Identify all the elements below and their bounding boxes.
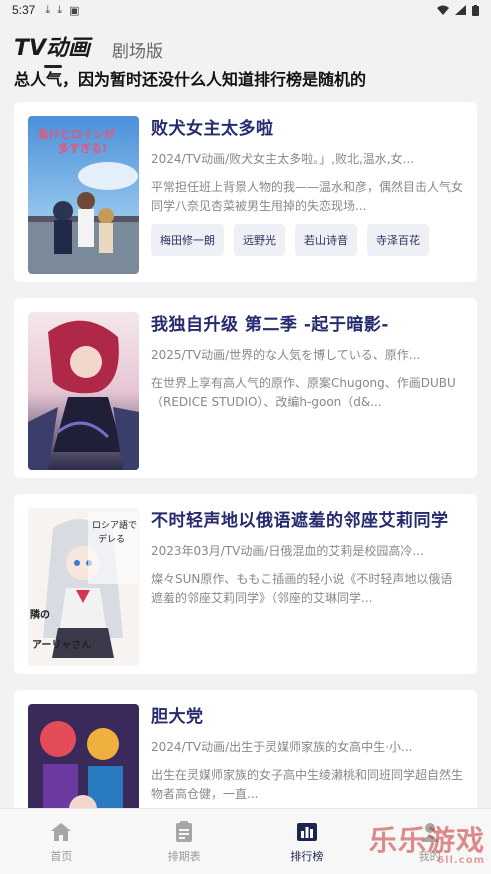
svg-text:ロシア語で: ロシア語で bbox=[92, 519, 137, 531]
svg-text:多すぎる!: 多すぎる! bbox=[58, 141, 107, 155]
clipboard-icon bbox=[176, 820, 193, 842]
staff-tags: 梅田修一朗 远野光 若山诗音 寺泽百花 bbox=[151, 224, 463, 256]
svg-text:隣の: 隣の bbox=[30, 608, 50, 621]
list-item[interactable]: ロシア語で デレる 隣の アーリャさん 不时轻声地以俄语遮羞的邻座艾莉同学 20… bbox=[14, 494, 477, 674]
list-item[interactable]: 我独自升级 第二季 -起于暗影- 2025/TV动画/世界的な人気を博している、… bbox=[14, 298, 477, 478]
download-icon: ⤓ bbox=[57, 3, 63, 16]
status-time: 5:37 bbox=[12, 3, 36, 17]
nav-ranking[interactable]: 排行榜 bbox=[257, 820, 357, 864]
watermark: 乐乐游戏 6ll.com bbox=[369, 819, 485, 866]
nav-schedule-label: 排期表 bbox=[167, 849, 201, 863]
ranking-list: 負けヒロインが 多すぎる! 败犬女主太多啦 2024/TV动画/败犬女主太多啦。… bbox=[14, 102, 477, 874]
status-bar: 5:37 ⤓ ⤓ ▣ bbox=[0, 0, 491, 20]
tab-movie[interactable]: 剧场版 bbox=[112, 37, 163, 62]
item-meta: 2025/TV动画/世界的な人気を博している、原作... bbox=[151, 348, 421, 362]
svg-text:アーリャさん: アーリャさん bbox=[32, 639, 91, 651]
staff-tag[interactable]: 远野光 bbox=[234, 224, 285, 256]
tab-tv-anime[interactable]: TV动画 bbox=[14, 30, 90, 68]
bar-chart-icon bbox=[296, 822, 317, 841]
item-description: 在世界上享有高人气的原作、原案Chugong、作画DUBU（REDICE STU… bbox=[151, 376, 456, 409]
home-icon bbox=[51, 822, 72, 841]
nav-home[interactable]: 首页 bbox=[11, 820, 111, 864]
item-description: 出生在灵媒师家族的女子高中生绫濑桃和同班同学超自然生物者高仓健，一直... bbox=[151, 768, 463, 801]
wifi-icon bbox=[437, 5, 449, 15]
app-icon: ▣ bbox=[69, 3, 80, 17]
item-meta: 2024/TV动画/败犬女主太多啦。」,败北,温水,女... bbox=[151, 152, 415, 166]
cover-image bbox=[28, 312, 139, 470]
svg-text:負けヒロインが: 負けヒロインが bbox=[38, 127, 115, 141]
list-item[interactable]: 負けヒロインが 多すぎる! 败犬女主太多啦 2024/TV动画/败犬女主太多啦。… bbox=[14, 102, 477, 282]
nav-home-label: 首页 bbox=[50, 849, 73, 863]
watermark-text: 乐乐游戏 bbox=[368, 824, 485, 857]
item-description: 燦々SUN原作、ももこ插画的轻小说《不时轻声地以俄语遮羞的邻座艾莉同学》（邻座的… bbox=[151, 572, 453, 605]
item-title: 败犬女主太多啦 bbox=[151, 119, 274, 139]
staff-tag[interactable]: 梅田修一朗 bbox=[151, 224, 224, 256]
item-meta: 2024/TV动画/出生于灵媒师家族的女高中生·小... bbox=[151, 740, 413, 754]
download-icon: ⤓ bbox=[45, 3, 51, 16]
item-meta: 2023年03月/TV动画/日俄混血的艾莉是校园高冷... bbox=[151, 544, 424, 558]
nav-schedule[interactable]: 排期表 bbox=[134, 820, 234, 864]
item-title: 不时轻声地以俄语遮羞的邻座艾莉同学 bbox=[151, 511, 449, 531]
category-tabs: TV动画 剧场版 bbox=[14, 26, 163, 68]
nav-ranking-label: 排行榜 bbox=[290, 849, 324, 863]
cover-image: ロシア語で デレる 隣の アーリャさん bbox=[28, 508, 139, 666]
signal-icon bbox=[455, 5, 466, 15]
item-description: 平常担任班上背景人物的我——温水和彦，偶然目击人气女同学八奈见杏菜被男生甩掉的失… bbox=[151, 180, 463, 213]
item-title: 胆大党 bbox=[151, 707, 204, 727]
staff-tag[interactable]: 若山诗音 bbox=[295, 224, 357, 256]
battery-icon bbox=[472, 4, 479, 16]
cover-image: 負けヒロインが 多すぎる! bbox=[28, 116, 139, 274]
ranking-notice: 总人气，因为暂时还没什么人知道排行榜是随机的 bbox=[14, 70, 367, 89]
svg-text:デレる: デレる bbox=[98, 533, 125, 545]
item-title: 我独自升级 第二季 -起于暗影- bbox=[151, 315, 389, 335]
staff-tag[interactable]: 寺泽百花 bbox=[367, 224, 429, 256]
